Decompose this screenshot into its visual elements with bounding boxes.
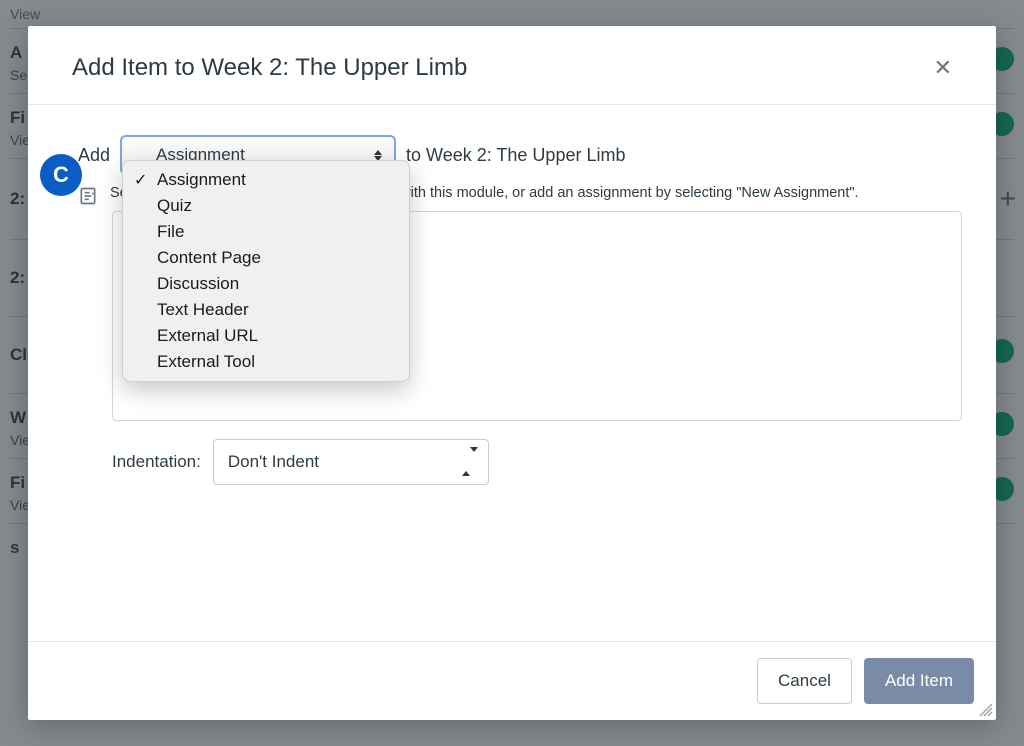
modal-header: Add Item to Week 2: The Upper Limb ✕ <box>28 26 996 105</box>
add-prefix-label: Add <box>78 145 110 166</box>
add-suffix-label: to Week 2: The Upper Limb <box>406 145 625 166</box>
resize-grip-icon <box>978 702 994 718</box>
indentation-select[interactable]: Don't Indent <box>213 439 489 485</box>
type-select-menu[interactable]: Assignment Quiz File Content Page Discus… <box>122 160 410 382</box>
indentation-label: Indentation: <box>112 452 201 472</box>
modal-footer: Cancel Add Item <box>28 641 996 720</box>
type-option-assignment[interactable]: Assignment <box>123 167 409 193</box>
type-option-external-tool[interactable]: External Tool <box>123 349 409 375</box>
modal-title: Add Item to Week 2: The Upper Limb <box>72 54 467 82</box>
document-icon <box>78 185 94 204</box>
type-option-external-url[interactable]: External URL <box>123 323 409 349</box>
chevron-updown-icon <box>462 452 478 472</box>
type-option-file[interactable]: File <box>123 219 409 245</box>
add-item-button[interactable]: Add Item <box>864 658 974 704</box>
type-option-content-page[interactable]: Content Page <box>123 245 409 271</box>
cancel-button[interactable]: Cancel <box>757 658 852 704</box>
indentation-row: Indentation: Don't Indent <box>112 439 952 485</box>
type-option-quiz[interactable]: Quiz <box>123 193 409 219</box>
close-button[interactable]: ✕ <box>934 55 952 81</box>
type-option-discussion[interactable]: Discussion <box>123 271 409 297</box>
annotation-badge: C <box>40 154 82 196</box>
type-option-text-header[interactable]: Text Header <box>123 297 409 323</box>
indentation-select-value: Don't Indent <box>228 452 319 472</box>
